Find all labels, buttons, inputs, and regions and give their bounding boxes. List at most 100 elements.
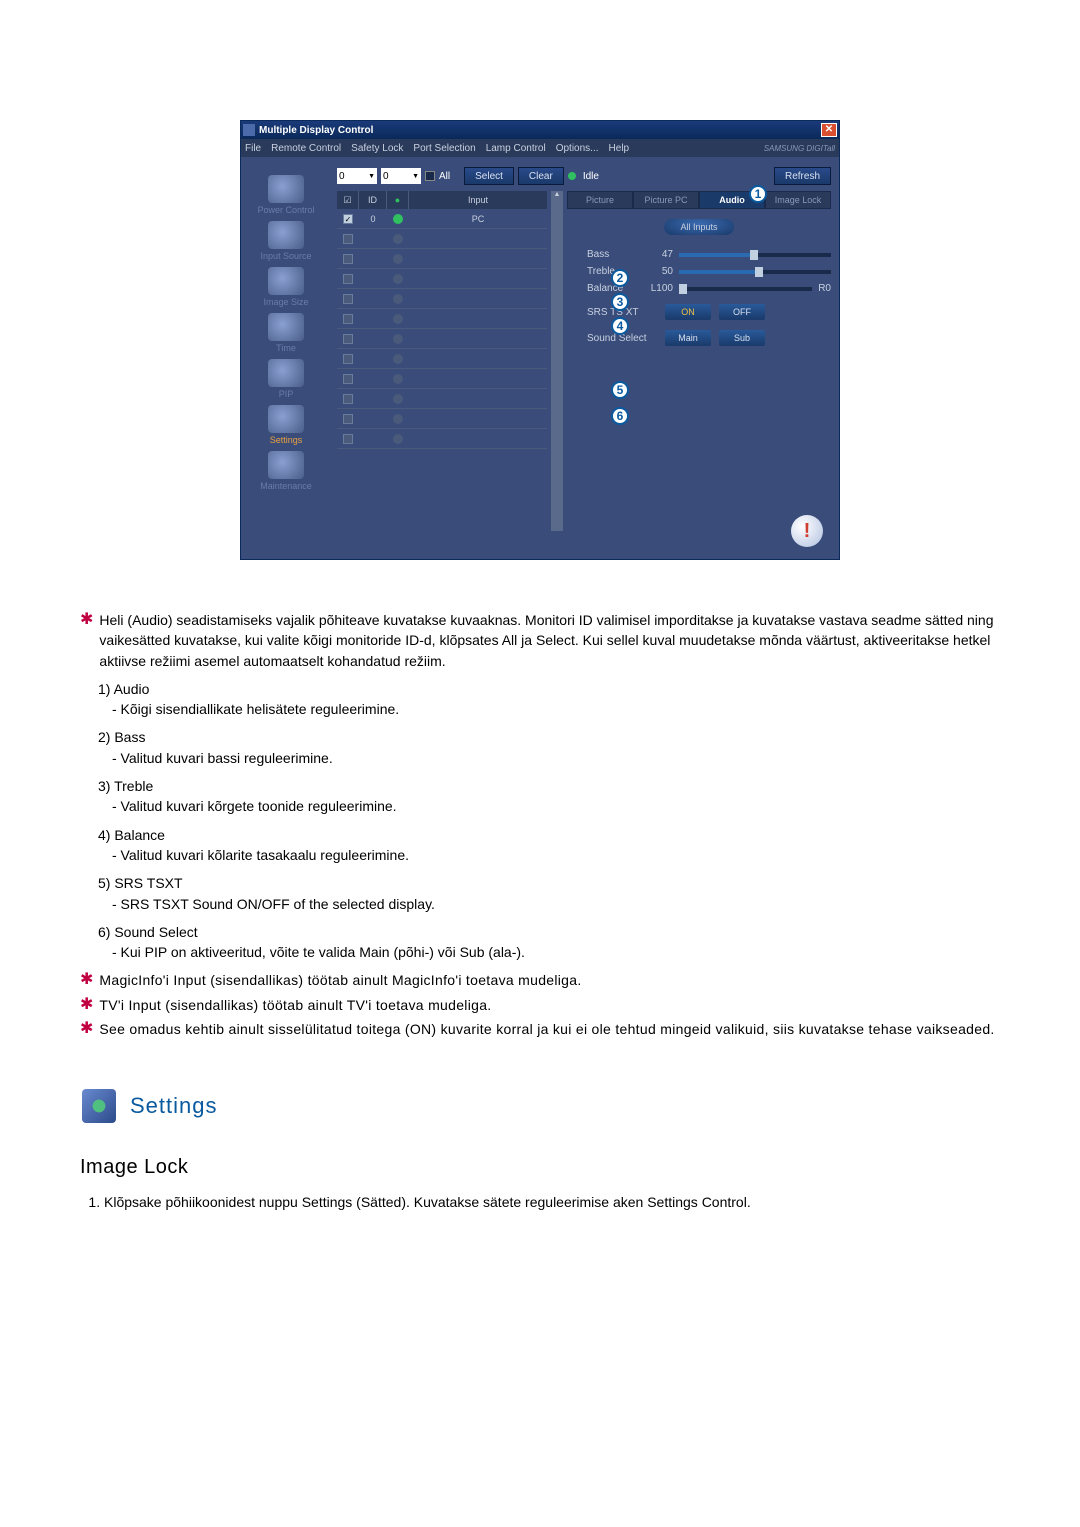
- treble-slider[interactable]: [679, 270, 831, 274]
- clear-button[interactable]: Clear: [518, 167, 564, 185]
- srs-on-button[interactable]: ON: [665, 304, 711, 320]
- image-lock-heading: Image Lock: [80, 1153, 1000, 1182]
- dropdown-1[interactable]: 0: [337, 168, 377, 184]
- row-status-dot: [393, 254, 403, 264]
- tab-picture[interactable]: Picture: [567, 191, 633, 209]
- menubar: File Remote Control Safety Lock Port Sel…: [241, 139, 839, 157]
- balance-slider[interactable]: [679, 287, 812, 291]
- row-status-dot: [393, 234, 403, 244]
- table-row[interactable]: [337, 429, 547, 449]
- row-checkbox[interactable]: [343, 414, 353, 424]
- table-row[interactable]: [337, 329, 547, 349]
- list-item-desc: - Valitud kuvari kõlarite tasakaalu regu…: [112, 845, 1000, 865]
- row-status-dot: [393, 314, 403, 324]
- sidebar-item-input[interactable]: Input Source: [251, 221, 321, 261]
- bass-label: Bass: [587, 249, 639, 260]
- menu-options[interactable]: Options...: [556, 143, 599, 154]
- sidebar-item-time[interactable]: Time: [251, 313, 321, 353]
- srs-off-button[interactable]: OFF: [719, 304, 765, 320]
- table-row[interactable]: [337, 309, 547, 329]
- list-item-desc: - Kui PIP on aktiveeritud, võite te vali…: [112, 942, 1000, 962]
- table-row[interactable]: [337, 269, 547, 289]
- table-header: ☑ ID ● Input: [337, 191, 547, 209]
- menu-port[interactable]: Port Selection: [413, 143, 475, 154]
- dropdown-2[interactable]: 0: [381, 168, 421, 184]
- all-label: All: [439, 171, 450, 182]
- tab-imagelock[interactable]: Image Lock: [765, 191, 831, 209]
- sidebar-item-pip[interactable]: PIP: [251, 359, 321, 399]
- table-row[interactable]: [337, 249, 547, 269]
- main-panel: 0 0 All Select Clear Idle Refresh ☑ ID ●…: [331, 157, 839, 559]
- pip-icon: [268, 359, 304, 387]
- col-id: ID: [359, 191, 387, 209]
- balance-right: R0: [818, 283, 831, 294]
- menu-file[interactable]: File: [245, 143, 261, 154]
- scrollbar[interactable]: [551, 191, 563, 531]
- row-checkbox[interactable]: [343, 354, 353, 364]
- list-item-title: 5) SRS TSXT: [98, 873, 1000, 893]
- table-row[interactable]: 0PC: [337, 209, 547, 229]
- idle-label: Idle: [583, 171, 599, 182]
- close-icon[interactable]: ✕: [821, 123, 837, 137]
- note-text: MagicInfo'i Input (sisendallikas) töötab…: [99, 970, 581, 990]
- row-status-dot: [393, 414, 403, 424]
- row-checkbox[interactable]: [343, 254, 353, 264]
- list-item-title: 4) Balance: [98, 825, 1000, 845]
- sub-button[interactable]: Sub: [719, 330, 765, 346]
- bass-row: Bass 47: [587, 249, 831, 260]
- row-status-dot: [393, 294, 403, 304]
- bass-slider[interactable]: [679, 253, 831, 257]
- col-status: ●: [387, 191, 409, 209]
- table-row[interactable]: [337, 289, 547, 309]
- row-checkbox[interactable]: [343, 234, 353, 244]
- table-row[interactable]: [337, 389, 547, 409]
- select-button[interactable]: Select: [464, 167, 514, 185]
- display-table: ☑ ID ● Input 0PC: [337, 191, 547, 531]
- menu-safety[interactable]: Safety Lock: [351, 143, 403, 154]
- sidebar-item-settings[interactable]: Settings: [251, 405, 321, 445]
- settings-cube-icon: [82, 1089, 116, 1123]
- table-row[interactable]: [337, 349, 547, 369]
- callout-1: 1: [749, 185, 767, 203]
- row-checkbox[interactable]: [343, 334, 353, 344]
- treble-value: 50: [645, 266, 673, 277]
- list-item-desc: - SRS TSXT Sound ON/OFF of the selected …: [112, 894, 1000, 914]
- row-checkbox[interactable]: [343, 394, 353, 404]
- bass-value: 47: [645, 249, 673, 260]
- row-checkbox[interactable]: [343, 434, 353, 444]
- menu-lamp[interactable]: Lamp Control: [486, 143, 546, 154]
- row-status-dot: [393, 374, 403, 384]
- app-icon: [243, 124, 255, 136]
- row-checkbox[interactable]: [343, 274, 353, 284]
- star-icon: ✱: [80, 995, 93, 1015]
- all-inputs-pill: All Inputs: [664, 219, 733, 235]
- row-checkbox[interactable]: [343, 214, 353, 224]
- row-checkbox[interactable]: [343, 314, 353, 324]
- row-checkbox[interactable]: [343, 374, 353, 384]
- refresh-button[interactable]: Refresh: [774, 167, 831, 185]
- menu-help[interactable]: Help: [609, 143, 630, 154]
- table-row[interactable]: [337, 369, 547, 389]
- final-step-1: Klõpsake põhiikoonidest nuppu Settings (…: [104, 1192, 1000, 1212]
- table-row[interactable]: [337, 229, 547, 249]
- tab-picturepc[interactable]: Picture PC: [633, 191, 699, 209]
- sidebar-item-imagesize[interactable]: Image Size: [251, 267, 321, 307]
- final-step-list: Klõpsake põhiikoonidest nuppu Settings (…: [104, 1192, 1000, 1212]
- list-item-desc: - Valitud kuvari kõrgete toonide regulee…: [112, 796, 1000, 816]
- idle-dot-icon: [568, 172, 576, 180]
- settings-panel: Picture Picture PC Audio Image Lock All …: [567, 191, 831, 531]
- app-window: Multiple Display Control ✕ File Remote C…: [240, 120, 840, 560]
- star-icon: ✱: [80, 1019, 93, 1039]
- row-status-dot: [393, 274, 403, 284]
- main-button[interactable]: Main: [665, 330, 711, 346]
- sidebar-item-maintenance[interactable]: Maintenance: [251, 451, 321, 491]
- row-status-dot: [393, 354, 403, 364]
- note-text: TV'i Input (sisendallikas) töötab ainult…: [99, 995, 491, 1015]
- imagesize-icon: [268, 267, 304, 295]
- all-checkbox[interactable]: [425, 171, 435, 181]
- table-row[interactable]: [337, 409, 547, 429]
- menu-remote[interactable]: Remote Control: [271, 143, 341, 154]
- top-controls: 0 0 All Select Clear Idle Refresh: [337, 167, 831, 185]
- sidebar-item-power[interactable]: Power Control: [251, 175, 321, 215]
- row-checkbox[interactable]: [343, 294, 353, 304]
